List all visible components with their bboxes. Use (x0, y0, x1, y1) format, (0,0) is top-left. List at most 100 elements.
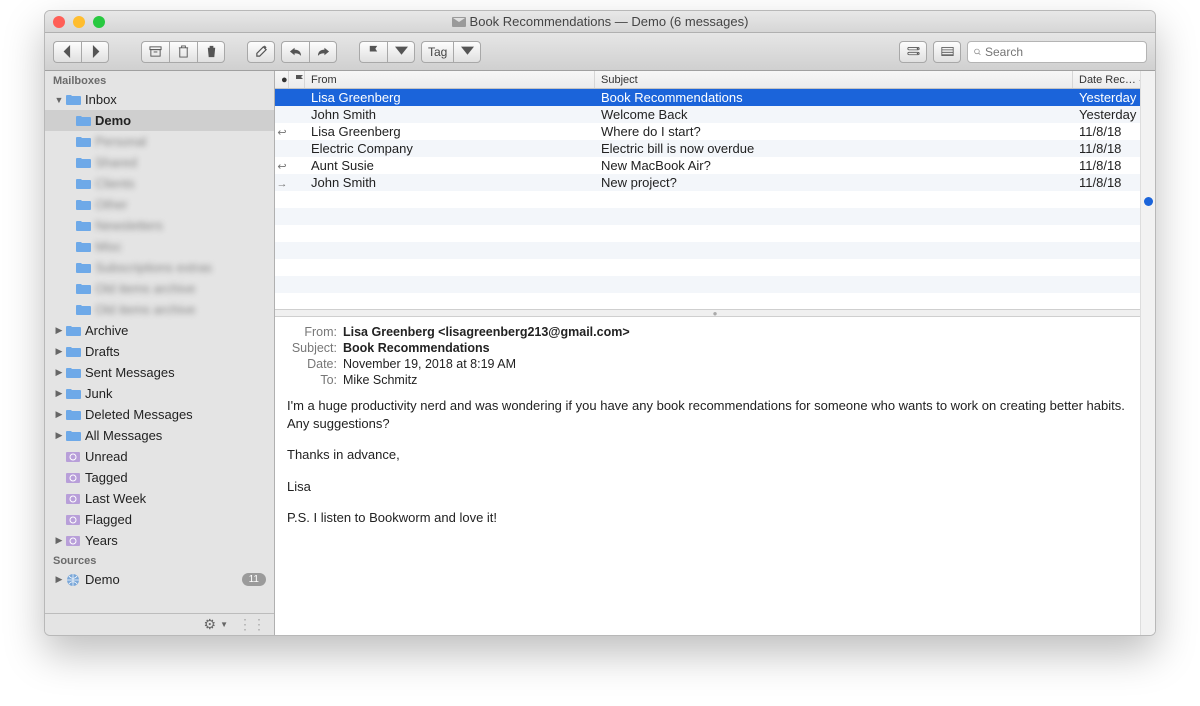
sidebar-item[interactable]: Tagged (45, 467, 274, 488)
junk-button[interactable] (169, 41, 197, 63)
folder-icon (76, 178, 91, 189)
sidebar-item[interactable]: Misc (45, 236, 274, 257)
column-from[interactable]: From (305, 71, 595, 88)
back-button[interactable] (53, 41, 81, 63)
column-subject[interactable]: Subject (595, 71, 1073, 88)
sidebar-item[interactable]: Demo (45, 110, 274, 131)
message-subject: Welcome Back (595, 107, 1073, 122)
disclosure-arrow-icon[interactable]: ▶ (53, 574, 65, 585)
disclosure-arrow-icon[interactable]: ▶ (53, 346, 65, 357)
flag-button[interactable] (359, 41, 387, 63)
sidebar-item[interactable]: Subscriptions extras (45, 257, 274, 278)
sidebar-item[interactable]: Personal (45, 131, 274, 152)
message-row (275, 191, 1155, 208)
close-window-button[interactable] (53, 16, 65, 28)
disclosure-arrow-icon[interactable]: ▶ (53, 388, 65, 399)
splitter-handle[interactable]: ● (275, 309, 1155, 317)
message-subject: New project? (595, 175, 1073, 190)
search-input[interactable] (985, 45, 1140, 59)
body-paragraph: P.S. I listen to Bookworm and love it! (287, 509, 1143, 527)
tag-menu-button[interactable] (453, 41, 481, 63)
message-from: Electric Company (305, 141, 595, 156)
sidebar-item-inbox[interactable]: ▼ Inbox (45, 89, 274, 110)
header-value-to: Mike Schmitz (343, 373, 1143, 387)
zoom-window-button[interactable] (93, 16, 105, 28)
column-flag[interactable] (289, 71, 305, 88)
message-from: Lisa Greenberg (305, 124, 595, 139)
message-row (275, 242, 1155, 259)
smart-folder-icon (66, 451, 80, 462)
sidebar-item[interactable]: ▶Drafts (45, 341, 274, 362)
count-badge: 11 (242, 573, 266, 586)
disclosure-arrow-icon[interactable]: ▼ (53, 95, 65, 105)
main-panel: ● From Subject Date Rec… ⌄ Lisa Greenber… (275, 71, 1155, 635)
sidebar-item[interactable]: ▶Sent Messages (45, 362, 274, 383)
disclosure-arrow-icon[interactable]: ▶ (53, 409, 65, 420)
disclosure-arrow-icon[interactable]: ▶ (53, 367, 65, 378)
flag-menu-button[interactable] (387, 41, 415, 63)
sidebar-item[interactable]: Flagged (45, 509, 274, 530)
reply-indicator-icon: ↩ (277, 127, 286, 139)
message-subject: Where do I start? (595, 124, 1073, 139)
folder-icon (66, 409, 81, 420)
sidebar-item[interactable]: Shared (45, 152, 274, 173)
gear-menu-arrow-icon[interactable]: ▼ (220, 620, 228, 629)
unread-indicator-icon (1144, 197, 1153, 206)
disclosure-arrow-icon[interactable]: ▶ (53, 535, 65, 546)
sidebar-item-label: Other (95, 197, 274, 212)
sidebar-item[interactable]: ▶Deleted Messages (45, 404, 274, 425)
column-status[interactable]: ● (275, 71, 289, 88)
folder-icon (76, 199, 91, 210)
disclosure-arrow-icon[interactable]: ▶ (53, 430, 65, 441)
sidebar-item[interactable]: ▶All Messages (45, 425, 274, 446)
delete-button[interactable] (197, 41, 225, 63)
folder-icon (76, 115, 91, 126)
forward-mail-button[interactable] (309, 41, 337, 63)
message-row[interactable]: ↩Aunt SusieNew MacBook Air?11/8/18 (275, 157, 1155, 174)
reply-button[interactable] (281, 41, 309, 63)
reply-indicator-icon: ↩ (277, 161, 286, 173)
sidebar-item-label: Last Week (85, 491, 274, 506)
sidebar-item[interactable]: Last Week (45, 488, 274, 509)
preview-headers: From: Lisa Greenberg <lisagreenberg213@g… (287, 325, 1143, 387)
message-row[interactable]: Electric CompanyElectric bill is now ove… (275, 140, 1155, 157)
search-field[interactable] (967, 41, 1147, 63)
message-row[interactable]: →John SmithNew project?11/8/18 (275, 174, 1155, 191)
sidebar-item-label: Years (85, 533, 274, 548)
thread-button[interactable] (899, 41, 927, 63)
compose-button[interactable] (247, 41, 275, 63)
sidebar-item[interactable]: ▶ Years (45, 530, 274, 551)
search-icon (974, 46, 981, 58)
message-row[interactable]: Lisa GreenbergBook RecommendationsYester… (275, 89, 1155, 106)
forward-button[interactable] (81, 41, 109, 63)
sidebar-item[interactable]: ▶Junk (45, 383, 274, 404)
message-row[interactable]: ↩Lisa GreenbergWhere do I start?11/8/18 (275, 123, 1155, 140)
sidebar-item[interactable]: Clients (45, 173, 274, 194)
body-paragraph: Lisa (287, 478, 1143, 496)
sidebar-item[interactable]: Unread (45, 446, 274, 467)
folder-icon (66, 388, 81, 399)
message-row[interactable]: John SmithWelcome BackYesterday (275, 106, 1155, 123)
tag-button[interactable]: Tag (421, 41, 453, 63)
sidebar-item[interactable]: Newsletters (45, 215, 274, 236)
sidebar-source-item[interactable]: ▶ Demo11 (45, 569, 274, 590)
minimize-window-button[interactable] (73, 16, 85, 28)
archive-button[interactable] (141, 41, 169, 63)
split-handle-icon[interactable]: ⋮⋮ (238, 616, 266, 633)
header-label-date: Date: (287, 357, 343, 371)
window-title: Book Recommendations — Demo (6 messages) (470, 14, 749, 29)
gear-icon[interactable]: ⚙ (204, 616, 217, 633)
columns-button[interactable] (933, 41, 961, 63)
sidebar-item[interactable]: ▶Archive (45, 320, 274, 341)
disclosure-arrow-icon[interactable]: ▶ (53, 325, 65, 336)
message-row (275, 293, 1155, 309)
sidebar-item[interactable]: Old items archive (45, 278, 274, 299)
sidebar-item-label: Demo (85, 572, 242, 587)
scrollbar[interactable] (1140, 71, 1155, 635)
sidebar-item-label: Tagged (85, 470, 274, 485)
header-label-from: From: (287, 325, 343, 339)
sidebar-item-label: Personal (95, 134, 274, 149)
message-list[interactable]: Lisa GreenbergBook RecommendationsYester… (275, 89, 1155, 309)
sidebar-item[interactable]: Old items archive (45, 299, 274, 320)
sidebar-item[interactable]: Other (45, 194, 274, 215)
